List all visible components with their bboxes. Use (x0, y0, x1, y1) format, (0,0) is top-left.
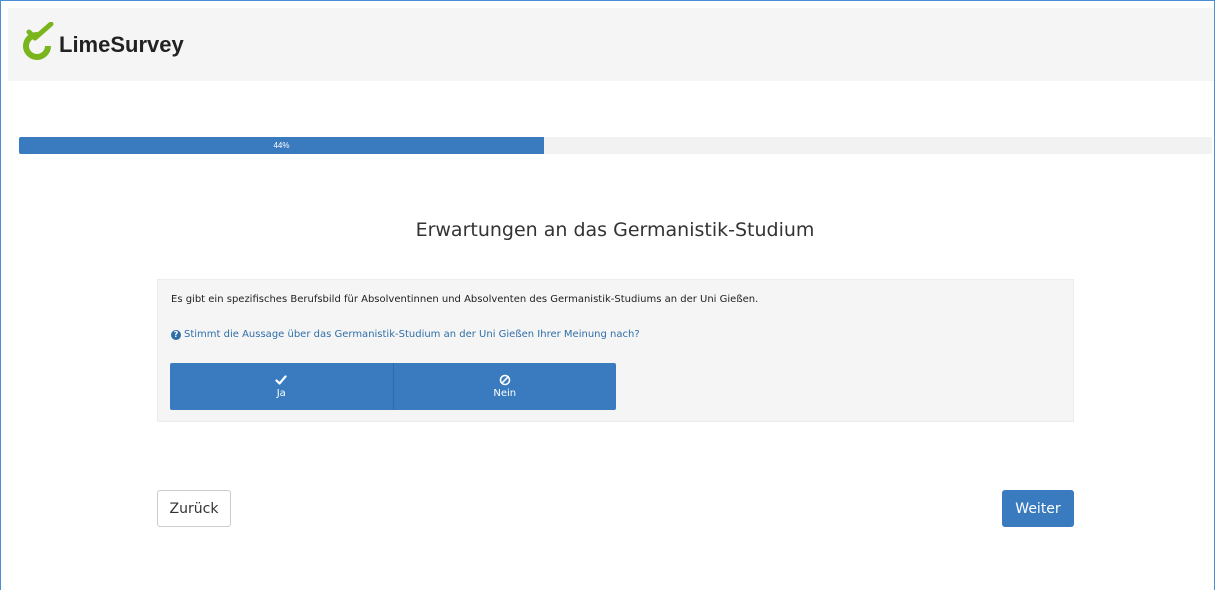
progress-bar: 44% (19, 137, 1212, 154)
brand-logo[interactable]: LimeSurvey (21, 22, 184, 62)
progress-fill: 44% (19, 137, 544, 154)
question-container: Es gibt ein spezifisches Berufsbild für … (157, 279, 1074, 422)
limesurvey-logo-icon (23, 22, 54, 60)
question-text: Es gibt ein spezifisches Berufsbild für … (171, 294, 759, 305)
next-button[interactable]: Weiter (1002, 490, 1074, 527)
group-title: Erwartungen an das Germanistik-Studium (415, 219, 815, 241)
question-circle-icon: ? (171, 329, 181, 340)
check-icon (275, 375, 287, 385)
yes-no-button-group: Ja Nein (170, 363, 616, 410)
answer-yes-label: Ja (276, 388, 286, 399)
answer-no-label: Nein (493, 388, 517, 399)
top-navbar: LimeSurvey (8, 8, 1214, 81)
answer-yes-button[interactable]: Ja (170, 363, 393, 410)
ban-icon (499, 374, 511, 386)
answer-no-button[interactable]: Nein (392, 363, 616, 410)
back-button[interactable]: Zurück (157, 490, 231, 527)
question-help-text: Stimmt die Aussage über das Germanistik-… (184, 329, 640, 340)
question-help: ? Stimmt die Aussage über das Germanisti… (171, 329, 640, 340)
brand-name: LimeSurvey (59, 32, 184, 57)
